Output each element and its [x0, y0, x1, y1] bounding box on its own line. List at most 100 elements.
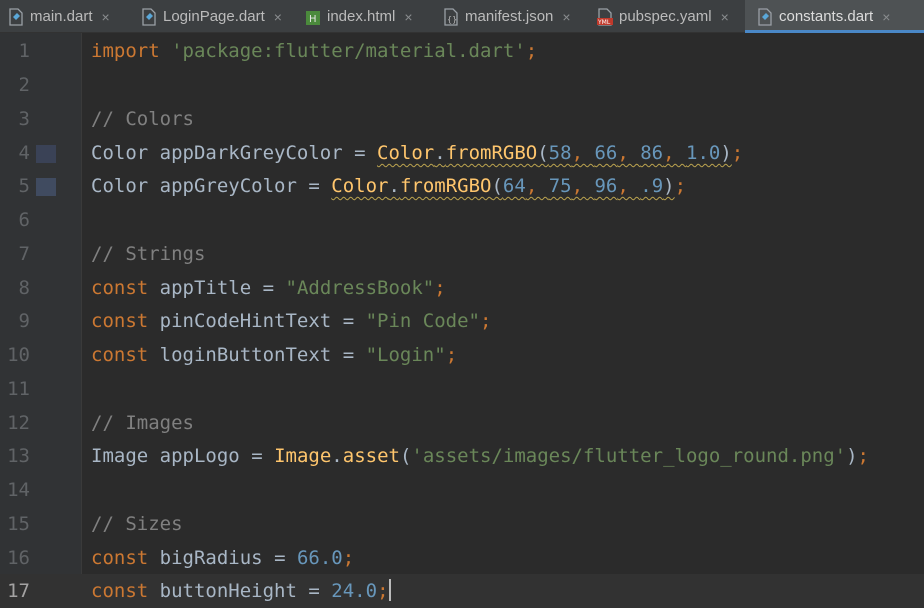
keyword: const — [91, 580, 149, 602]
semicolon: ; — [445, 344, 458, 366]
code-line[interactable]: 3 // Colors — [0, 102, 924, 136]
number-literal: .9 — [640, 175, 664, 197]
tab-label: constants.dart — [779, 8, 874, 25]
line-number: 3 — [18, 108, 30, 130]
comment: // Strings — [91, 243, 206, 265]
code-line[interactable]: 10 const loginButtonText = "Login"; — [0, 338, 924, 372]
number-literal: 58 — [548, 142, 572, 164]
text-cursor — [388, 579, 391, 601]
json-file-icon: {} — [443, 7, 459, 26]
code-text: const appTitle = "AddressBook"; — [91, 271, 446, 305]
svg-text:YML: YML — [597, 19, 611, 26]
type-name: Color — [91, 175, 149, 197]
paren: ( — [399, 445, 412, 467]
code-text: Image appLogo = Image.asset('assets/imag… — [91, 439, 869, 473]
operator: = — [262, 277, 275, 299]
tab-label: main.dart — [30, 8, 93, 25]
semicolon: ; — [731, 142, 744, 164]
tab-label: manifest.json — [465, 8, 554, 25]
color-swatch-icon[interactable] — [36, 178, 56, 196]
line-number: 5 — [18, 175, 30, 197]
semicolon: ; — [525, 40, 538, 62]
code-text: const pinCodeHintText = "Pin Code"; — [91, 304, 491, 338]
line-number: 15 — [7, 513, 30, 535]
code-line[interactable]: 4 Color appDarkGreyColor = Color.fromRGB… — [0, 136, 924, 170]
line-number: 17 — [7, 580, 30, 602]
tab-manifest-json[interactable]: {} manifest.json × — [435, 0, 589, 33]
variable-name: bigRadius — [159, 547, 263, 569]
close-icon[interactable]: × — [274, 9, 282, 25]
code-line[interactable]: 6 — [0, 203, 924, 237]
type-name: Color — [91, 142, 149, 164]
code-line[interactable]: 7 // Strings — [0, 237, 924, 271]
dot: . — [388, 175, 400, 197]
close-icon[interactable]: × — [562, 9, 570, 25]
operator: = — [251, 445, 263, 467]
code-line[interactable]: 15 // Sizes — [0, 507, 924, 541]
code-text: Color appGreyColor = Color.fromRGBO(64, … — [91, 175, 687, 197]
string-literal: "AddressBook" — [285, 277, 435, 299]
method-name: fromRGBO — [399, 175, 492, 197]
svg-text:H: H — [309, 14, 317, 25]
code-line[interactable]: 12 // Images — [0, 406, 924, 440]
paren: ) — [846, 445, 858, 467]
string-literal: "Pin Code" — [365, 310, 480, 332]
code-line[interactable]: 9 const pinCodeHintText = "Pin Code"; — [0, 304, 924, 338]
keyword: const — [91, 310, 149, 332]
svg-text:{}: {} — [447, 15, 457, 24]
line-number: 13 — [7, 445, 30, 467]
number-literal: 75 — [548, 175, 572, 197]
close-icon[interactable]: × — [102, 9, 110, 25]
keyword: import — [91, 40, 160, 62]
comment: // Colors — [91, 108, 194, 130]
dart-file-icon — [141, 7, 157, 26]
close-icon[interactable]: × — [404, 9, 412, 25]
line-number: 11 — [7, 378, 30, 400]
operator: = — [274, 547, 286, 569]
code-line-current[interactable]: 17 const buttonHeight = 24.0; — [0, 574, 924, 608]
dot: . — [331, 445, 343, 467]
keyword: const — [91, 277, 149, 299]
tab-index-html[interactable]: H index.html × — [297, 0, 435, 33]
code-line[interactable]: 16 const bigRadius = 66.0; — [0, 541, 924, 575]
class-name: Color — [331, 175, 389, 197]
variable-name: appLogo — [159, 445, 240, 467]
color-swatch-icon[interactable] — [36, 145, 56, 163]
tab-main-dart[interactable]: main.dart × — [0, 0, 133, 33]
semicolon: ; — [857, 445, 869, 467]
string-literal: "Login" — [365, 344, 446, 366]
variable-name: appDarkGreyColor — [159, 142, 343, 164]
semicolon: ; — [342, 547, 355, 569]
tab-label: pubspec.yaml — [619, 8, 712, 25]
code-line[interactable]: 14 — [0, 473, 924, 507]
close-icon[interactable]: × — [882, 9, 890, 25]
code-text: Color appDarkGreyColor = Color.fromRGBO(… — [91, 142, 744, 164]
string-literal: 'package:flutter/material.dart' — [171, 40, 526, 62]
number-literal: 96 — [594, 175, 618, 197]
keyword: const — [91, 344, 149, 366]
code-line[interactable]: 1 import 'package:flutter/material.dart'… — [0, 34, 924, 68]
code-editor[interactable]: 1 import 'package:flutter/material.dart'… — [0, 33, 924, 608]
line-number: 16 — [7, 547, 30, 569]
code-line[interactable]: 8 const appTitle = "AddressBook"; — [0, 271, 924, 305]
tab-constants-dart[interactable]: constants.dart × — [745, 0, 924, 33]
number-literal: 86 — [640, 142, 664, 164]
code-line[interactable]: 11 — [0, 372, 924, 406]
close-icon[interactable]: × — [721, 9, 729, 25]
comment: // Sizes — [91, 513, 183, 535]
paren: ) — [663, 175, 675, 197]
comment: // Images — [91, 412, 194, 434]
tab-loginpage-dart[interactable]: LoginPage.dart × — [133, 0, 297, 33]
number-literal: 1.0 — [686, 142, 721, 164]
yaml-file-icon: YML — [597, 7, 613, 26]
line-number: 4 — [18, 142, 30, 164]
code-line[interactable]: 5 Color appGreyColor = Color.fromRGBO(64… — [0, 169, 924, 203]
line-number: 14 — [7, 479, 30, 501]
code-text: const bigRadius = 66.0; — [91, 541, 354, 575]
code-line[interactable]: 2 — [0, 68, 924, 102]
code-line[interactable]: 13 Image appLogo = Image.asset('assets/i… — [0, 439, 924, 473]
semicolon: ; — [480, 310, 492, 332]
line-number: 7 — [18, 243, 30, 265]
tab-pubspec-yaml[interactable]: YML pubspec.yaml × — [589, 0, 745, 33]
line-number: 6 — [18, 209, 30, 231]
